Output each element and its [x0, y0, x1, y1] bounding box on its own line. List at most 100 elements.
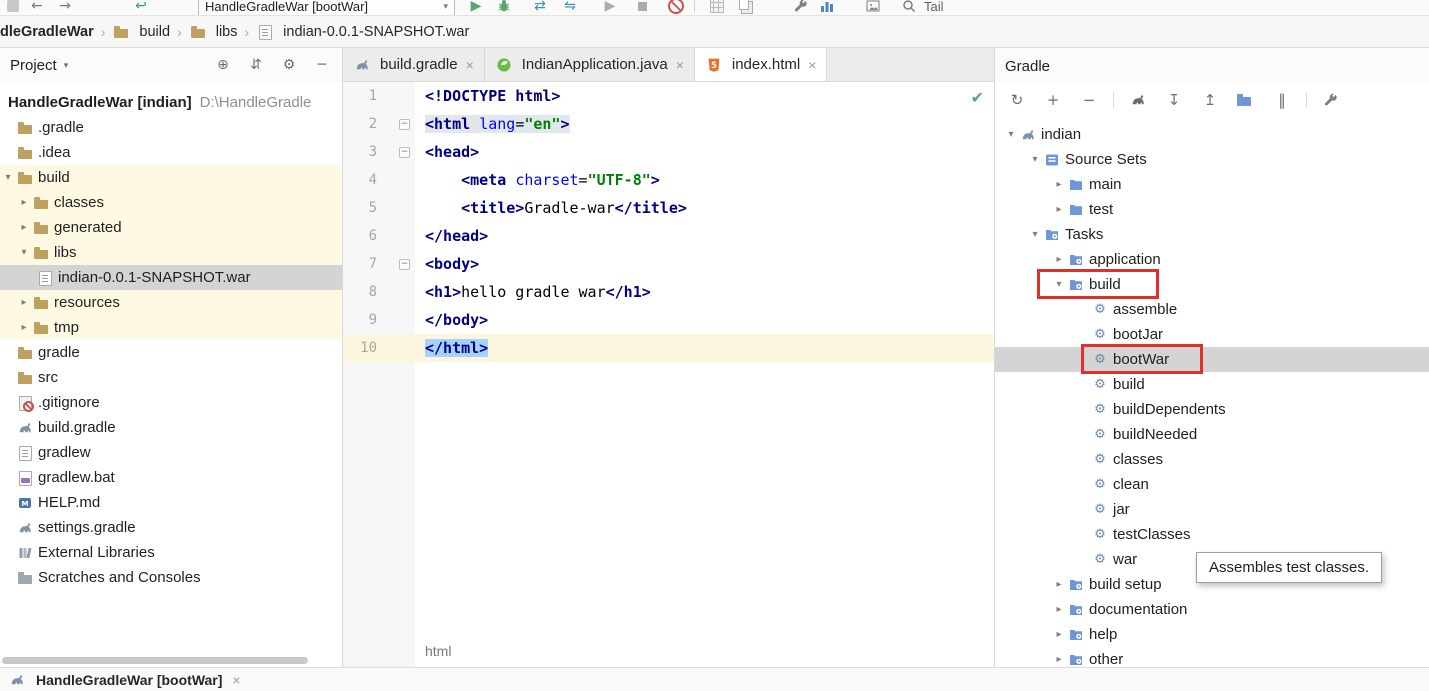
chevron-right-icon[interactable]: ▸ — [1051, 654, 1067, 665]
chevron-right-icon[interactable]: ▸ — [1051, 179, 1067, 190]
line-number[interactable]: 7 — [343, 256, 377, 272]
breadcrumb-dlegradlewar[interactable]: dleGradleWar — [0, 24, 94, 40]
gradle-item-buildneeded[interactable]: ⚙ buildNeeded — [995, 422, 1429, 447]
code-line-5[interactable]: 5 <title>Gradle-war</title> — [343, 194, 994, 222]
project-item-resources[interactable]: ▸ resources — [0, 290, 342, 315]
gradle-item-test[interactable]: ▸ test — [995, 197, 1429, 222]
chevron-right-icon[interactable]: ▸ — [16, 197, 32, 208]
project-item-generated[interactable]: ▸ generated — [0, 215, 342, 240]
line-number[interactable]: 9 — [343, 312, 377, 328]
code-line-9[interactable]: 9 </body> — [343, 306, 994, 334]
project-item-src[interactable]: src — [0, 365, 342, 390]
execute-gradle-task-icon[interactable] — [1126, 89, 1150, 111]
forward-icon[interactable]: → — [56, 0, 74, 15]
project-item-gradlew-bat[interactable]: gradlew.bat — [0, 465, 342, 490]
project-item-libs[interactable]: ▾ libs — [0, 240, 342, 265]
chevron-right-icon[interactable]: ▸ — [16, 322, 32, 333]
gradle-item-assemble[interactable]: ⚙ assemble — [995, 297, 1429, 322]
code-line-8[interactable]: 8 <h1>hello gradle war</h1> — [343, 278, 994, 306]
project-item-gradle[interactable]: gradle — [0, 340, 342, 365]
fold-icon[interactable]: − — [399, 258, 410, 270]
project-horizontal-scrollbar[interactable] — [2, 657, 308, 664]
project-item-indian-0-0-1-snapshot-war[interactable]: indian-0.0.1-SNAPSHOT.war — [0, 265, 342, 290]
code-line-1[interactable]: 1 <!DOCTYPE html> — [343, 82, 994, 110]
chevron-down-icon[interactable]: ▾ — [64, 60, 69, 71]
tab-build-gradle[interactable]: build.gradle × — [343, 48, 485, 81]
wrench-icon[interactable] — [792, 0, 810, 15]
breadcrumb-indian-0-0-1-snapshot-war[interactable]: indian-0.0.1-SNAPSHOT.war — [256, 24, 469, 40]
chevron-right-icon[interactable]: ▸ — [1051, 629, 1067, 640]
chevron-down-icon[interactable]: ▾ — [1051, 279, 1067, 290]
chevron-right-icon[interactable]: ▸ — [16, 297, 32, 308]
gradle-item-application[interactable]: ▸ application — [995, 247, 1429, 272]
grid-icon[interactable] — [708, 0, 726, 15]
tab-index-html[interactable]: 5 index.html × — [694, 48, 828, 81]
gradle-item-bootjar[interactable]: ⚙ bootJar — [995, 322, 1429, 347]
project-item-gitignore[interactable]: .gitignore — [0, 390, 342, 415]
gradle-settings-icon[interactable] — [1319, 89, 1343, 111]
attach-project-icon[interactable]: + — [1041, 89, 1065, 111]
copy-icon[interactable] — [736, 0, 754, 15]
expand-all-icon[interactable]: ↧ — [1162, 89, 1186, 111]
run-tab-label[interactable]: HandleGradleWar [bootWar] — [36, 672, 222, 688]
project-item-handlegradlewar-indian[interactable]: HandleGradleWar [indian] D:\HandleGradle — [0, 90, 342, 115]
code-editor[interactable]: ✔ 1 <!DOCTYPE html> 2− <html lang="en"> 3− <h… — [343, 82, 994, 667]
chevron-right-icon[interactable]: ▸ — [1051, 254, 1067, 265]
chart-icon[interactable] — [818, 0, 836, 15]
project-item-build[interactable]: ▾ build — [0, 165, 342, 190]
line-number[interactable]: 8 — [343, 284, 377, 300]
line-number[interactable]: 10 — [343, 340, 377, 356]
breadcrumb-libs[interactable]: libs — [189, 24, 238, 40]
chevron-right-icon[interactable]: ▸ — [1051, 204, 1067, 215]
project-item-idea[interactable]: .idea — [0, 140, 342, 165]
gradle-item-jar[interactable]: ⚙ jar — [995, 497, 1429, 522]
gradle-item-build[interactable]: ⚙ build — [995, 372, 1429, 397]
project-item-gradlew[interactable]: gradlew — [0, 440, 342, 465]
hide-panel-icon[interactable]: ─ — [312, 55, 332, 75]
debug-button[interactable] — [495, 0, 513, 15]
chevron-right-icon[interactable]: ▸ — [16, 222, 32, 233]
app-icon[interactable] — [4, 0, 22, 15]
coverage-button[interactable]: ⇄ — [531, 0, 549, 15]
gradle-item-documentation[interactable]: ▸ documentation — [995, 597, 1429, 622]
locate-file-icon[interactable]: ⊕ — [213, 55, 233, 75]
project-item-external-libraries[interactable]: External Libraries — [0, 540, 342, 565]
gradle-item-other[interactable]: ▸ other — [995, 647, 1429, 667]
group-tasks-icon[interactable] — [1234, 89, 1258, 111]
run-tool-window-tab[interactable]: HandleGradleWar [bootWar] × — [0, 667, 1429, 691]
gradle-item-classes[interactable]: ⚙ classes — [995, 447, 1429, 472]
close-icon[interactable]: × — [232, 672, 240, 688]
gradle-item-help[interactable]: ▸ help — [995, 622, 1429, 647]
close-icon[interactable]: × — [466, 57, 474, 73]
profiler-button[interactable]: ⇋ — [561, 0, 579, 15]
code-line-2[interactable]: 2− <html lang="en"> — [343, 110, 994, 138]
run-disabled-button[interactable]: ▶ — [601, 0, 619, 15]
close-icon[interactable]: × — [808, 57, 816, 73]
project-item-gradle[interactable]: .gradle — [0, 115, 342, 140]
line-number[interactable]: 6 — [343, 228, 377, 244]
line-number[interactable]: 1 — [343, 88, 377, 104]
chevron-right-icon[interactable]: ▸ — [1051, 579, 1067, 590]
line-number[interactable]: 5 — [343, 200, 377, 216]
line-number[interactable]: 4 — [343, 172, 377, 188]
project-item-scratches-and-consoles[interactable]: Scratches and Consoles — [0, 565, 342, 590]
gradle-item-bootwar[interactable]: ⚙ bootWar — [995, 347, 1429, 372]
run-configuration-select[interactable]: HandleGradleWar [bootWar] ▾ — [198, 0, 455, 15]
gradle-item-tasks[interactable]: ▾ Tasks — [995, 222, 1429, 247]
editor-breadcrumb[interactable]: html — [425, 643, 451, 659]
gradle-item-clean[interactable]: ⚙ clean — [995, 472, 1429, 497]
tab-indianapplication-java[interactable]: IndianApplication.java × — [485, 48, 695, 81]
refresh-gradle-icon[interactable]: ↻ — [1005, 89, 1029, 111]
project-item-tmp[interactable]: ▸ tmp — [0, 315, 342, 340]
settings-gear-icon[interactable]: ⚙ — [279, 55, 299, 75]
chevron-down-icon[interactable]: ▾ — [1027, 154, 1043, 165]
code-line-6[interactable]: 6 </head> — [343, 222, 994, 250]
project-item-help-md[interactable]: M HELP.md — [0, 490, 342, 515]
collapse-all-icon[interactable]: ↥ — [1198, 89, 1222, 111]
chevron-down-icon[interactable]: ▾ — [16, 247, 32, 258]
kill-process-button[interactable] — [667, 0, 685, 15]
stop-button[interactable] — [633, 0, 651, 15]
project-item-classes[interactable]: ▸ classes — [0, 190, 342, 215]
code-line-10[interactable]: 10 </html> — [343, 334, 994, 362]
detach-project-icon[interactable]: − — [1077, 89, 1101, 111]
